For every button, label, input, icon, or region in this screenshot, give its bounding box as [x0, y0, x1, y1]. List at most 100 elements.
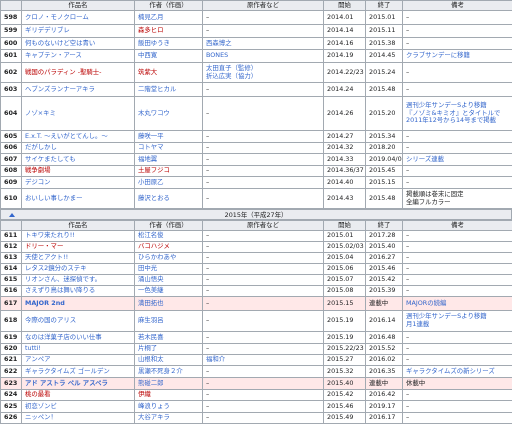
title-cell-link[interactable]: トキワ来たれり!!: [25, 232, 75, 240]
header-title[interactable]: 作品名: [21, 220, 135, 231]
original-author-cell-text: –: [206, 344, 210, 353]
title-cell-link[interactable]: MAJOR 2nd: [25, 299, 65, 307]
author-cell-link[interactable]: 小田原乙: [138, 178, 164, 186]
author-cell-link[interactable]: 黒瀬不死身２介: [138, 367, 183, 375]
original-author-cell-link[interactable]: BONES: [206, 51, 228, 59]
title-cell-link[interactable]: サイケまたしても: [25, 155, 76, 163]
start-cell: 2014.36/37: [323, 165, 366, 177]
author-cell-link[interactable]: コトヤマ: [138, 144, 164, 152]
title-cell-link[interactable]: 戦国のパラディン -聖騎士-: [25, 68, 102, 76]
author-cell-link[interactable]: 二階堂ヒカル: [138, 85, 176, 93]
note-cell-link[interactable]: MAJORの続編: [406, 299, 446, 307]
title-cell-link[interactable]: アド アストラ ペル アスペラ: [25, 379, 108, 387]
note-cell-text: –: [406, 84, 410, 93]
author-cell-link[interactable]: 麻生羽呂: [138, 316, 164, 324]
collapse-toggle[interactable]: [9, 210, 15, 220]
end-cell: 2015.39: [365, 285, 403, 297]
note-cell-link[interactable]: 週刊少年サンデーSより移籍 『ノゾミ&キミオ』とタイトルで 2011年12号から14…: [406, 101, 500, 124]
author-cell-link[interactable]: 土屋フジコ: [138, 167, 170, 175]
title-cell-link[interactable]: 桃の最看: [25, 391, 51, 399]
author-cell: 福地翼: [134, 153, 203, 166]
author-cell-link[interactable]: 木丸ワコウ: [138, 109, 170, 117]
author-cell-link[interactable]: 松江名俊: [138, 232, 164, 240]
original-author-cell-link[interactable]: 西森博之: [206, 39, 232, 47]
original-author-cell-text: –: [206, 286, 210, 295]
author-cell-link[interactable]: 筑紫大: [138, 68, 157, 76]
table-2014: 作品名 作者（作画） 原作者など 開始 終了 備考 598 クロノ・モノクローム 楠…: [0, 0, 512, 209]
title-cell-link[interactable]: ギリデデリブレ: [25, 26, 70, 34]
title-cell-link[interactable]: デジコン: [25, 178, 51, 186]
author-cell-link[interactable]: 満田拓也: [138, 299, 164, 307]
author-cell-link[interactable]: バコハジメ: [138, 243, 170, 251]
title-cell-link[interactable]: なのは洋菓子店のいい仕事: [25, 333, 102, 341]
row-number: 608: [0, 165, 22, 177]
title-cell-link[interactable]: レタス2鏡分のステキ: [25, 265, 87, 273]
title-cell-link[interactable]: アンペア: [25, 356, 51, 364]
title-cell-link[interactable]: ギャラクタイムズ ゴールデン: [25, 367, 110, 375]
header-note[interactable]: 備考: [402, 0, 512, 11]
author-cell: 二階堂ヒカル: [134, 82, 203, 97]
title-cell-link[interactable]: おいしい事しかまー: [25, 194, 83, 202]
author-cell-link[interactable]: 峰浪りょう: [138, 402, 170, 410]
note-cell-link[interactable]: クラブサンデーに移籍: [406, 51, 470, 59]
year-divider: 2015年（平成27年）: [0, 209, 512, 220]
header-end[interactable]: 終了: [365, 0, 403, 11]
author-cell-link[interactable]: 涌山悟央: [138, 276, 164, 284]
title-cell-link[interactable]: だがしかし: [25, 144, 57, 152]
author-cell-link[interactable]: 伊織: [138, 391, 151, 399]
title-cell-link[interactable]: 天使とアクト!!: [25, 254, 68, 262]
author-cell-link[interactable]: 一色美継: [138, 287, 164, 295]
header-note[interactable]: 備考: [402, 220, 512, 231]
author-cell-link[interactable]: 熊碰二郎: [138, 379, 164, 387]
original-author-cell: 福和介: [202, 354, 324, 366]
title-cell-link[interactable]: 戦争劇場: [25, 167, 51, 175]
header-start[interactable]: 開始: [323, 0, 366, 11]
author-cell-link[interactable]: 飯田ゆうき: [138, 39, 170, 47]
author-cell-link[interactable]: 福地翼: [138, 155, 157, 163]
original-author-cell-link[interactable]: 福和介: [206, 356, 225, 364]
title-cell-link[interactable]: さえずり鳥は舞い降りる: [25, 287, 95, 295]
title-cell-link[interactable]: キャプテン・アース: [25, 51, 82, 59]
author-cell-link[interactable]: 大谷アキラ: [138, 414, 170, 422]
title-cell-link[interactable]: ドリー・マー: [25, 243, 63, 251]
note-cell-link[interactable]: 週刊少年サンデーSより移籍 月1連載: [406, 312, 487, 328]
author-cell-link[interactable]: ひらかわあや: [138, 254, 176, 262]
author-cell-link[interactable]: 田中光: [138, 265, 157, 273]
end-cell-text: 2016.35: [369, 366, 396, 375]
title-cell-link[interactable]: リオンさん、迷探偵です。: [25, 276, 101, 284]
header-author[interactable]: 作者（作画）: [134, 0, 203, 11]
title-cell-link[interactable]: tutti!: [25, 345, 41, 353]
author-cell-link[interactable]: 藤咲一平: [138, 132, 164, 140]
header-orig[interactable]: 原作者など: [202, 220, 324, 231]
author-cell-link[interactable]: 若木民喜: [138, 333, 164, 341]
title-cell-link[interactable]: クロノ・モノクローム: [25, 13, 89, 21]
title-cell-link[interactable]: E.x.T. 〜えいがとてんし。〜: [25, 132, 108, 140]
note-cell-link[interactable]: シリーズ連載: [406, 155, 444, 163]
author-cell-link[interactable]: 藤沢とおる: [138, 194, 170, 202]
note-cell-link[interactable]: ギャラクタイムズの新シリーズ: [406, 367, 495, 375]
title-cell-link[interactable]: 何ものないけど空は青い: [25, 39, 95, 47]
header-start[interactable]: 開始: [323, 220, 366, 231]
header-end[interactable]: 終了: [365, 220, 403, 231]
title-cell-link[interactable]: ノゾ×キミ: [25, 109, 56, 117]
title-cell-link[interactable]: 初恋ゾンビ: [25, 402, 57, 410]
author-cell-link[interactable]: 山根和太: [138, 356, 164, 364]
author-cell: 田中光: [134, 263, 203, 275]
author-cell-link[interactable]: 森多ヒロ: [138, 26, 164, 34]
header-title[interactable]: 作品名: [21, 0, 135, 11]
end-cell-text: 2016.17: [369, 413, 396, 422]
header-orig[interactable]: 原作者など: [202, 0, 324, 11]
author-cell-link[interactable]: 楠見乙月: [138, 13, 164, 21]
title-cell-link[interactable]: 今際の国のアリス: [25, 316, 76, 324]
note-cell: MAJORの続編: [402, 296, 512, 311]
author-cell: 峰浪りょう: [134, 400, 203, 413]
original-author-cell: –: [202, 165, 324, 177]
author-cell-link[interactable]: 片桐了: [138, 345, 157, 353]
title-cell-link[interactable]: ニッペン！: [25, 414, 57, 422]
title-cell-link[interactable]: ヘブンズランナーアキラ: [25, 85, 95, 93]
original-author-cell-link[interactable]: 太田直子（監修） 折込広実（協力）: [206, 64, 257, 80]
header-author[interactable]: 作者（作画）: [134, 220, 203, 231]
row-number: 600: [0, 37, 22, 50]
original-author-cell-text: –: [206, 275, 210, 284]
author-cell-link[interactable]: 中西寛: [138, 51, 157, 59]
